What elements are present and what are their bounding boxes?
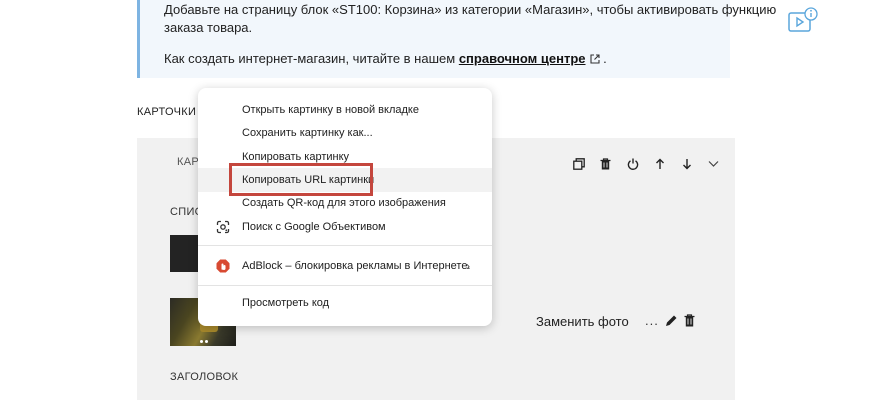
menu-inspect[interactable]: Просмотреть код bbox=[198, 291, 492, 315]
help-center-link[interactable]: справочном центре bbox=[459, 51, 586, 66]
duplicate-icon[interactable] bbox=[565, 154, 592, 174]
arrow-up-icon[interactable] bbox=[646, 154, 673, 174]
menu-separator bbox=[198, 285, 492, 286]
video-info-icon[interactable] bbox=[787, 7, 821, 37]
external-link-icon[interactable] bbox=[589, 54, 600, 64]
menu-adblock-label: AdBlock – блокировка рекламы в Интернете… bbox=[242, 260, 471, 272]
more-options-button[interactable]: ... bbox=[645, 313, 659, 328]
power-icon[interactable] bbox=[619, 154, 646, 174]
pencil-icon[interactable] bbox=[665, 314, 678, 327]
notice-line-2: заказа товара. bbox=[164, 20, 253, 35]
arrow-down-icon[interactable] bbox=[673, 154, 700, 174]
adblock-icon bbox=[216, 259, 230, 273]
notice-line-1: Добавьте на страницу блок «ST100: Корзин… bbox=[164, 2, 777, 17]
menu-save-image-as[interactable]: Сохранить картинку как... bbox=[198, 121, 492, 145]
menu-open-image-new-tab[interactable]: Открыть картинку в новой вкладке bbox=[198, 98, 492, 122]
notice-line-3: Как создать интернет-магазин, читайте в … bbox=[164, 51, 607, 67]
highlight-annotation bbox=[229, 163, 373, 196]
menu-google-lens-search[interactable]: Поиск с Google Объективом bbox=[198, 215, 492, 239]
panel-toolbar bbox=[565, 154, 727, 174]
notice-help-suffix: . bbox=[599, 51, 607, 66]
photo-dots bbox=[200, 340, 208, 343]
trash-icon[interactable] bbox=[592, 154, 619, 174]
title-label: ЗАГОЛОВОК bbox=[170, 371, 239, 383]
menu-separator bbox=[198, 245, 492, 246]
menu-adblock[interactable]: AdBlock – блокировка рекламы в Интернете… bbox=[198, 254, 492, 278]
row-tools: ... bbox=[645, 313, 695, 328]
notice-help-prefix: Как создать интернет-магазин, читайте в … bbox=[164, 51, 459, 66]
replace-photo-button[interactable]: Заменить фото bbox=[536, 314, 629, 329]
cards-section-label: КАРТОЧКИ bbox=[137, 106, 197, 118]
menu-google-lens-label: Поиск с Google Объективом bbox=[242, 221, 386, 233]
chevron-right-icon: › bbox=[466, 259, 470, 273]
chevron-down-icon[interactable] bbox=[700, 154, 727, 174]
google-lens-icon bbox=[216, 220, 230, 234]
info-notice: Добавьте на страницу блок «ST100: Корзин… bbox=[137, 0, 776, 78]
trash-icon[interactable] bbox=[684, 314, 695, 327]
context-menu: Открыть картинку в новой вкладке Сохрани… bbox=[198, 88, 492, 326]
